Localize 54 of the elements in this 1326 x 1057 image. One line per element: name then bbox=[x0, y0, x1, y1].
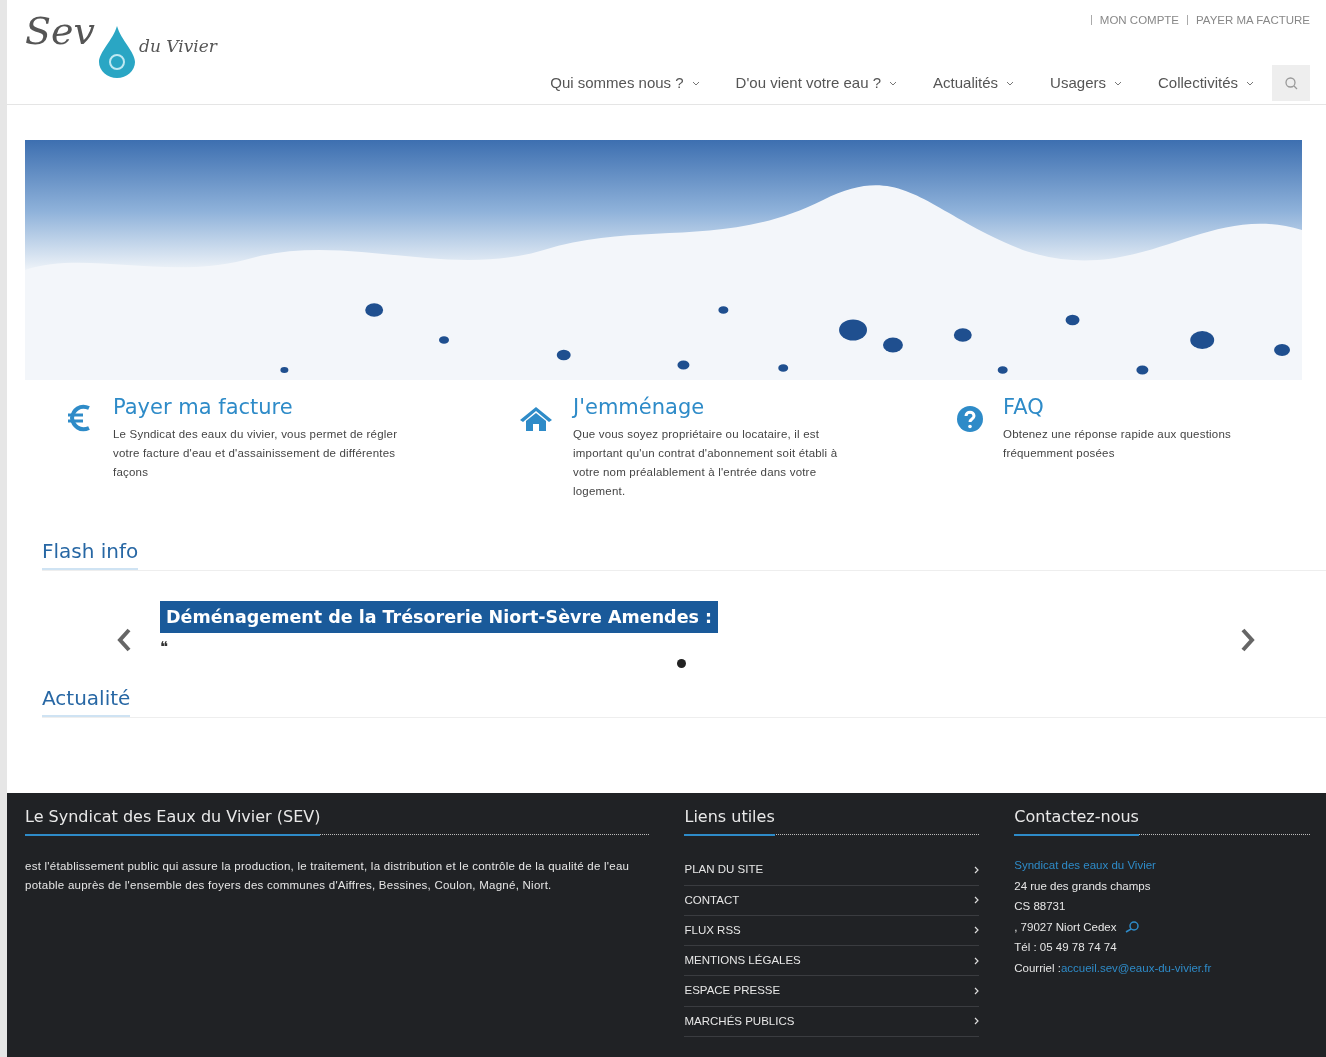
euro-icon bbox=[67, 404, 93, 432]
phone-number: Tél : 05 49 78 74 74 bbox=[1014, 940, 1118, 956]
section-heading: Flash info bbox=[42, 539, 139, 571]
feature-title[interactable]: J'emménage bbox=[573, 396, 845, 420]
address-line: , 79027 Niort Cedex bbox=[1014, 919, 1117, 935]
footer-heading: Contactez-nous bbox=[1014, 807, 1139, 837]
footer-link[interactable]: MENTIONS LÉGALES bbox=[684, 946, 980, 977]
feature-title[interactable]: Payer ma facture bbox=[113, 396, 403, 420]
question-icon bbox=[957, 406, 983, 432]
quote-mark: ❝ bbox=[160, 639, 168, 655]
water-drop-logo-icon bbox=[99, 26, 135, 78]
chevron-right-icon bbox=[974, 926, 980, 935]
search-icon bbox=[1284, 76, 1298, 90]
contact-name-link[interactable]: Syndicat des eaux du Vivier bbox=[1014, 855, 1310, 876]
chevron-right-icon bbox=[974, 896, 980, 905]
footer-link[interactable]: ESPACE PRESSE bbox=[684, 976, 980, 1007]
footer-heading: Le Syndicat des Eaux du Vivier (SEV) bbox=[25, 807, 321, 837]
section-heading: Actualité bbox=[42, 686, 131, 718]
footer-description: est l'établissement public qui assure la production, le traitement, la distribution et le contrôle de la qualité de l'eau potable auprès de l'ensemble des foyers des communes d'Aiffres, Bessines, Coulon, Magné, Niort. bbox=[25, 859, 631, 894]
chevron-right-icon bbox=[974, 865, 980, 874]
chevron-right-icon bbox=[974, 986, 980, 995]
nav-menu-item[interactable]: Usagers bbox=[1032, 66, 1140, 101]
logo-text[interactable]: Sev bbox=[25, 12, 95, 50]
email-label: Courriel : bbox=[1014, 961, 1061, 974]
top-link[interactable]: MON COMPTE bbox=[1099, 12, 1180, 30]
chevron-right-icon bbox=[974, 956, 980, 965]
top-link[interactable]: PAYER MA FACTURE bbox=[1196, 12, 1310, 30]
feature-description: Obtenez une réponse rapide aux questions fréquemment posées bbox=[1003, 427, 1232, 462]
caret-icon bbox=[691, 80, 700, 86]
address-line: CS 88731 bbox=[1014, 899, 1067, 915]
carousel-indicator[interactable] bbox=[677, 659, 686, 669]
nav-menu-item[interactable]: Collectivités bbox=[1139, 66, 1272, 101]
logo-subtitle[interactable]: du Vivier bbox=[139, 34, 217, 60]
footer-link[interactable]: MARCHÉS PUBLICS bbox=[684, 1006, 980, 1037]
house-icon bbox=[519, 406, 553, 432]
caret-icon bbox=[1246, 80, 1254, 86]
footer-link[interactable]: CONTACT bbox=[684, 885, 980, 916]
nav-menu-item[interactable]: Actualités bbox=[915, 66, 1033, 101]
slide-title[interactable]: Déménagement de la Trésorerie Niort-Sèvre Amendes : bbox=[160, 601, 719, 634]
address-line: 24 rue des grands champs bbox=[1014, 878, 1152, 894]
footer-heading: Liens utiles bbox=[684, 807, 775, 837]
caret-icon bbox=[889, 80, 898, 86]
nav-menu-item[interactable]: D'ou vient votre eau ? bbox=[717, 66, 916, 101]
caret-icon bbox=[1006, 80, 1015, 86]
nav-menu-item[interactable]: Qui sommes nous ? bbox=[532, 66, 718, 101]
caret-icon bbox=[1113, 80, 1122, 86]
feature-title[interactable]: FAQ bbox=[1003, 396, 1287, 420]
chevron-left-icon bbox=[116, 627, 132, 652]
feature-description: Le Syndicat des eaux du vivier, vous permet de régler votre facture d'eau et d'assainissement de différentes façons bbox=[113, 427, 399, 481]
feature-description: Que vous soyez propriétaire ou locataire, il est important qu'un contrat d'abonnement soit établi à votre nom préalablement à l'entrée dans votre logement. bbox=[573, 427, 839, 500]
footer-link[interactable]: PLAN DU SITE bbox=[684, 855, 980, 886]
chevron-right-icon bbox=[974, 1017, 980, 1026]
chevron-right-icon bbox=[1240, 627, 1256, 652]
footer-link[interactable]: FLUX RSS bbox=[684, 915, 980, 947]
